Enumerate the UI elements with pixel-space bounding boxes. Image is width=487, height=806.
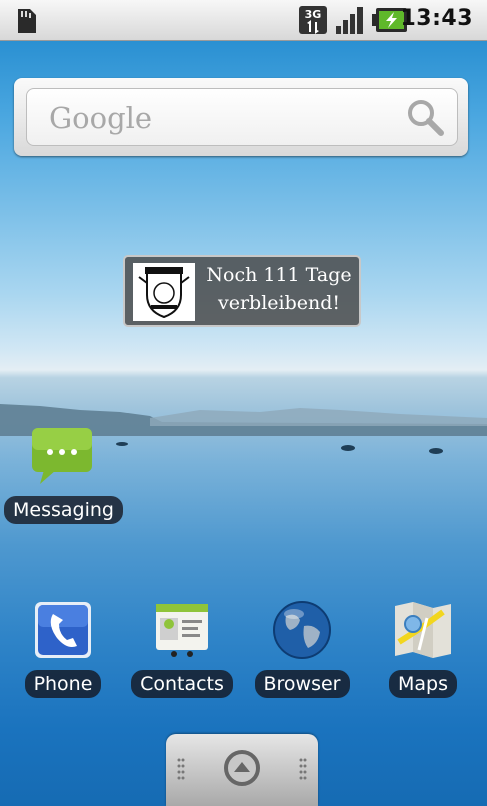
home-screen: 3G 13:43 Google Noch 111 Tage verbleiben… (0, 0, 487, 806)
status-bar[interactable]: 3G 13:43 (0, 0, 487, 41)
phone-label: Phone (24, 670, 102, 698)
search-input[interactable]: Google (26, 88, 458, 146)
3g-data-icon: 3G (299, 6, 327, 34)
phone-shortcut[interactable]: Phone (10, 598, 116, 698)
drawer-grip-left (177, 758, 185, 780)
drawer-grip-right (299, 758, 307, 780)
maps-label: Maps (389, 670, 457, 698)
search-icon[interactable] (403, 95, 447, 139)
app-drawer-handle[interactable] (166, 734, 318, 806)
google-search-widget[interactable]: Google (14, 78, 468, 156)
countdown-line-2: verbleibend! (217, 292, 341, 314)
sd-card-icon (18, 9, 36, 33)
messaging-icon (32, 428, 92, 484)
phone-icon (35, 602, 91, 658)
countdown-line-1: Noch 111 Tage (206, 264, 352, 286)
countdown-text: Noch 111 Tage verbleibend! (201, 261, 357, 317)
signal-strength-icon (336, 7, 363, 34)
svg-text:3G: 3G (305, 8, 322, 21)
google-logo: Google (49, 101, 153, 135)
launcher-arrow-up-icon (224, 750, 260, 786)
status-clock: 13:43 (400, 6, 473, 31)
crest-logo-icon (133, 263, 195, 321)
maps-shortcut[interactable]: Maps (370, 598, 476, 698)
browser-globe-icon (273, 601, 331, 659)
maps-icon (395, 602, 451, 658)
contacts-shortcut[interactable]: Contacts (128, 598, 236, 698)
messaging-shortcut[interactable]: Messaging (4, 424, 123, 524)
messaging-label: Messaging (4, 496, 123, 524)
browser-shortcut[interactable]: Browser (250, 598, 354, 698)
browser-label: Browser (254, 670, 350, 698)
countdown-widget[interactable]: Noch 111 Tage verbleibend! (123, 255, 361, 327)
contacts-icon (156, 604, 208, 657)
contacts-label: Contacts (131, 670, 233, 698)
